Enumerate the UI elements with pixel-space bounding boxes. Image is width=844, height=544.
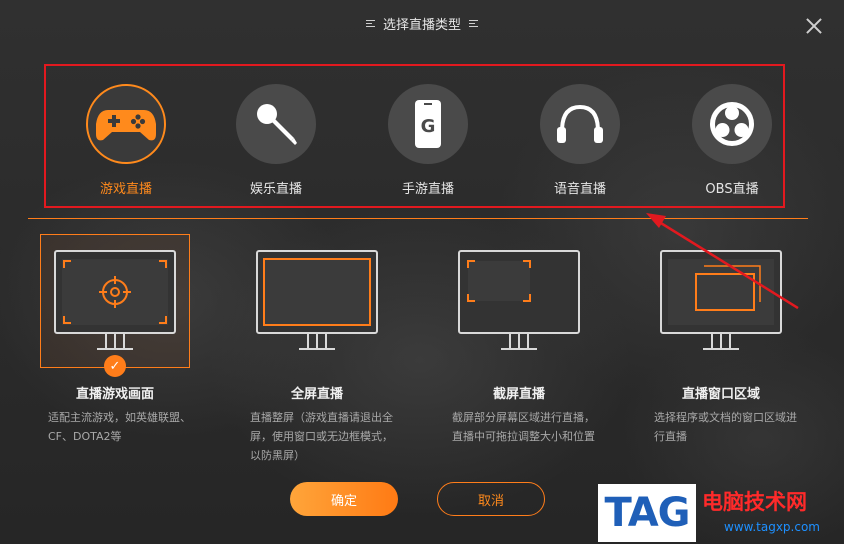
watermark-site-name: 电脑技术网 <box>702 490 807 514</box>
watermark: TAG 电脑技术网 www.tagxp.com <box>598 484 838 542</box>
watermark-tag-logo: TAG <box>598 484 696 542</box>
annotation-arrow <box>646 213 799 310</box>
watermark-url: www.tagxp.com <box>724 520 820 534</box>
